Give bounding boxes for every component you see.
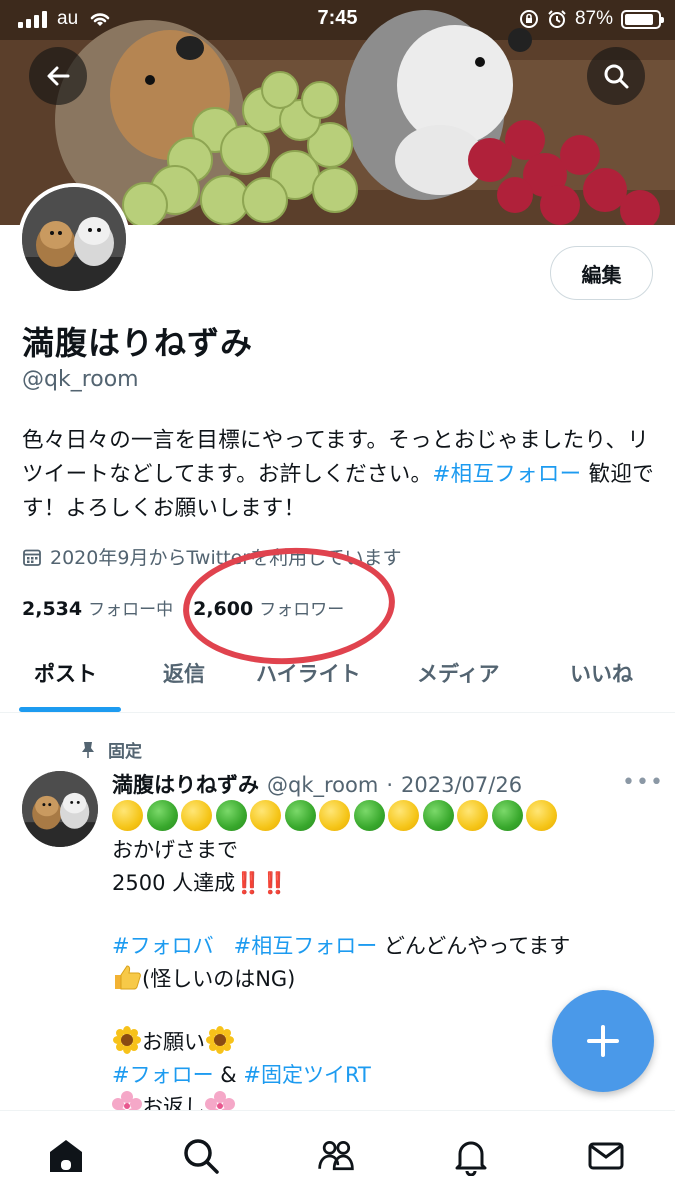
tab-posts[interactable]: ポスト — [34, 658, 97, 688]
post-line: お願い — [112, 1026, 570, 1059]
battery-icon — [621, 9, 664, 29]
post-line: 2500 人達成‼️‼️ — [112, 870, 288, 895]
post-line: #フォロバ #相互フォロー どんどんやってます — [112, 934, 571, 958]
yellow-circle-icon — [250, 800, 281, 831]
hashtag-link[interactable]: #フォロー — [112, 1063, 214, 1087]
following-label: フォロー中 — [88, 600, 174, 620]
tab-replies[interactable]: 返信 — [163, 658, 205, 688]
yellow-circle-icon — [112, 800, 143, 831]
bottom-navigation — [0, 1110, 675, 1200]
yellow-circle-icon — [319, 800, 350, 831]
nav-search[interactable] — [181, 1136, 221, 1176]
hashtag-link[interactable]: #固定ツイRT — [243, 1063, 371, 1087]
profile-bio: 色々日々の一言を目標にやってます。そっとおじゃましたり、リツイートなどしてます。… — [22, 424, 657, 526]
hashtag-link[interactable]: #フォロバ — [112, 934, 214, 958]
post-separator: · — [386, 773, 394, 797]
orientation-lock-icon — [519, 10, 538, 28]
sunflower-icon — [112, 1026, 142, 1054]
back-arrow-icon — [47, 66, 70, 86]
pinned-indicator: 固定 — [80, 737, 142, 762]
green-circle-icon — [353, 800, 385, 831]
plus-icon — [587, 1025, 619, 1057]
pin-icon — [82, 741, 94, 758]
active-tab-indicator — [19, 707, 121, 712]
status-bar: au 7:45 87% — [0, 0, 675, 40]
communities-icon — [318, 1141, 354, 1171]
tab-highlights[interactable]: ハイライト — [256, 658, 361, 688]
profile-avatar[interactable] — [18, 183, 130, 295]
nav-communities[interactable] — [316, 1136, 356, 1176]
compose-button[interactable] — [552, 990, 654, 1092]
following-link[interactable]: 2,534 フォロー中 — [22, 595, 173, 620]
green-circle-icon — [146, 800, 178, 831]
post-line: #フォロー & #固定ツイRT — [112, 1062, 371, 1087]
home-icon — [50, 1140, 82, 1172]
green-circle-icon — [284, 800, 316, 831]
nav-home[interactable] — [46, 1136, 86, 1176]
post-line: おかげさまで — [112, 838, 238, 862]
yellow-circle-icon — [526, 800, 557, 831]
avatar-image — [22, 187, 126, 291]
search-icon — [604, 64, 629, 89]
post-body: おかげさまで 2500 人達成‼️‼️ #フォロバ #相互フォロー どんどんやってま… — [112, 834, 570, 1124]
notifications-icon — [455, 1141, 487, 1176]
display-name: 満腹はりねずみ — [22, 324, 254, 362]
nav-messages[interactable] — [586, 1136, 626, 1176]
yellow-circle-icon — [181, 800, 212, 831]
alarm-icon — [548, 10, 566, 28]
search-button[interactable] — [587, 47, 645, 105]
post-author-name[interactable]: 満腹はりねずみ — [112, 769, 259, 799]
messages-icon — [588, 1142, 624, 1170]
user-handle: @qk_room — [22, 367, 139, 392]
thumbs-up-icon — [112, 964, 142, 990]
post-more-icon[interactable]: ••• — [622, 770, 664, 795]
calendar-icon — [23, 549, 41, 566]
green-circle-icon — [491, 800, 523, 831]
sunflower-icon — [205, 1026, 235, 1054]
post-author-handle[interactable]: @qk_room — [267, 773, 378, 797]
tab-likes[interactable]: いいね — [570, 658, 633, 688]
nav-notifications[interactable] — [451, 1136, 491, 1176]
bio-hashtag-link[interactable]: #相互フォロー — [432, 462, 581, 487]
back-button[interactable] — [29, 47, 87, 105]
yellow-circle-icon — [457, 800, 488, 831]
post-header: 満腹はりねずみ @qk_room · 2023/07/26 — [112, 769, 522, 799]
following-count: 2,534 — [22, 598, 83, 620]
profile-tabs: ポスト 返信 ハイライト メディア いいね — [0, 640, 675, 713]
battery-percent: 87% — [574, 8, 613, 29]
emoji-dot-row — [112, 800, 557, 831]
post-date[interactable]: 2023/07/26 — [401, 773, 522, 797]
avatar-image — [22, 771, 98, 847]
edit-profile-button[interactable]: 編集 — [550, 246, 653, 300]
hashtag-link[interactable]: #相互フォロー — [234, 934, 378, 958]
search-icon — [184, 1139, 219, 1174]
green-circle-icon — [422, 800, 454, 831]
post-author-avatar[interactable] — [22, 771, 98, 847]
yellow-circle-icon — [388, 800, 419, 831]
double-exclamation-icon: ‼️‼️ — [235, 870, 288, 895]
pinned-label: 固定 — [108, 742, 142, 762]
tab-media[interactable]: メディア — [417, 658, 500, 688]
post-line: (怪しいのはNG) — [112, 963, 570, 996]
green-circle-icon — [215, 800, 247, 831]
